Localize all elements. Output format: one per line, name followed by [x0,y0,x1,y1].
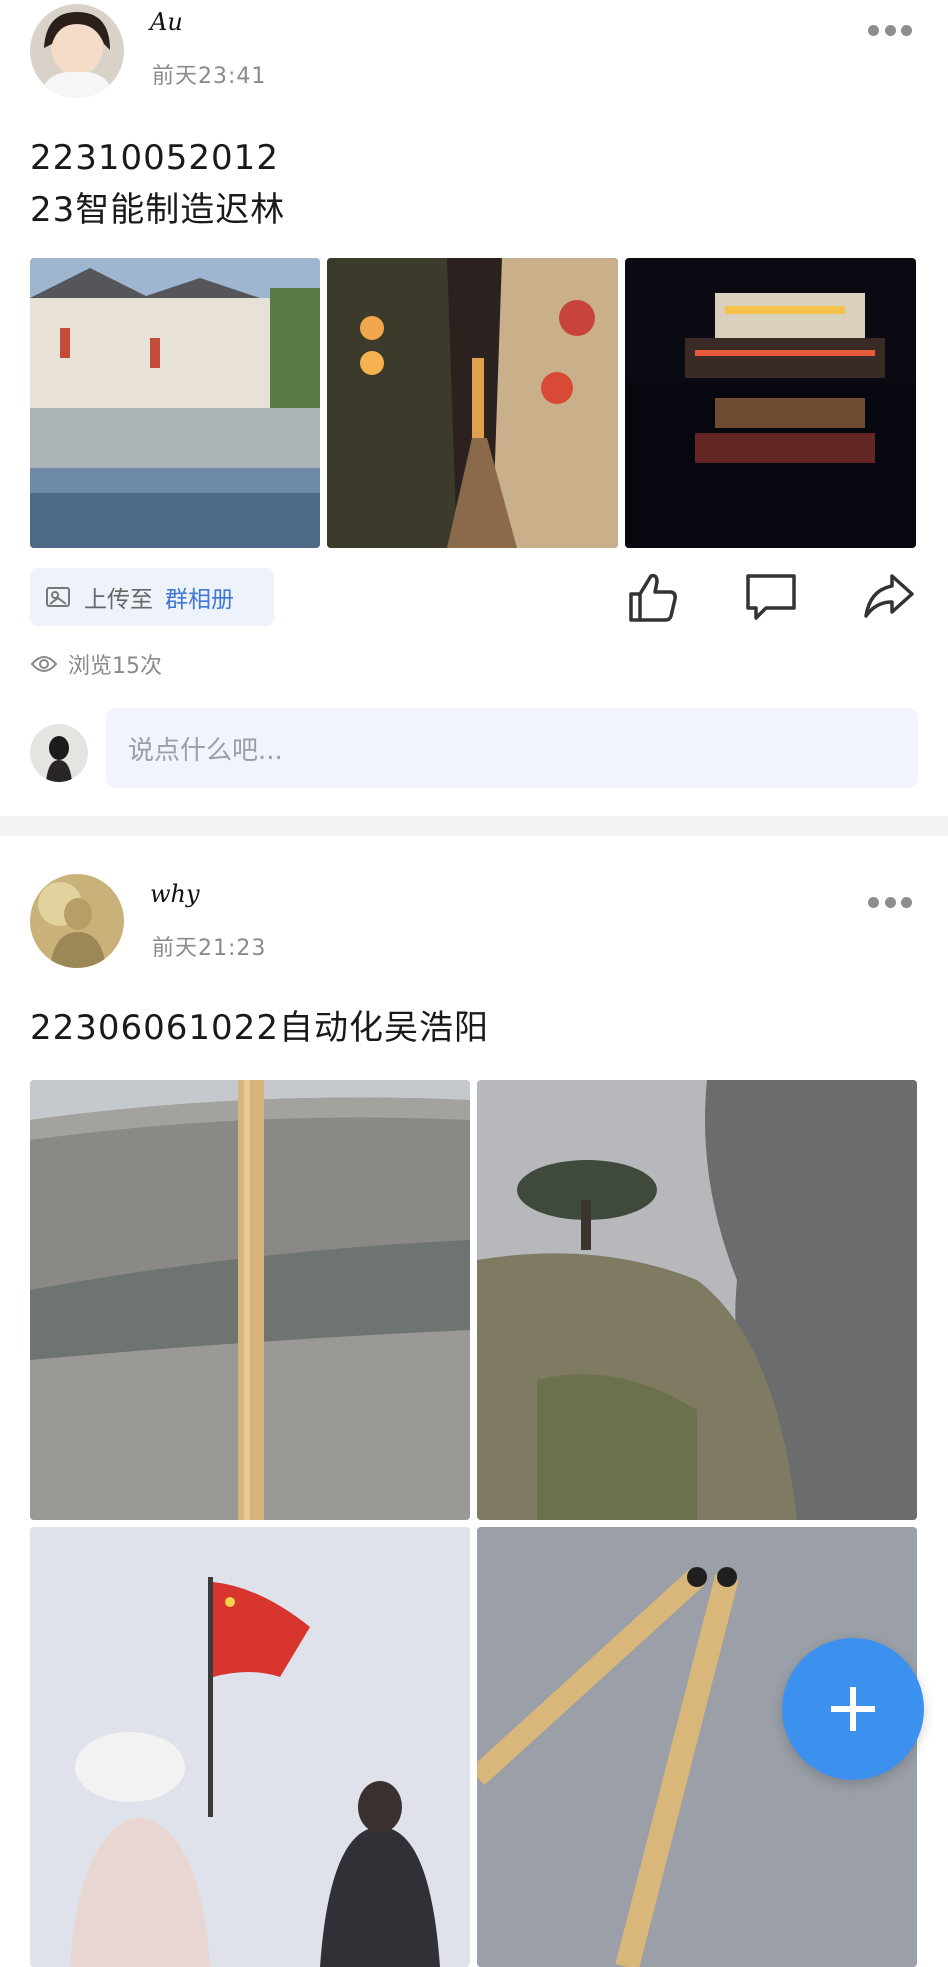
group-album-link[interactable]: 群相册 [165,580,234,614]
upload-to-album-button[interactable]: 上传至 群相册 [30,568,274,626]
avatar[interactable] [30,874,124,968]
add-post-button[interactable] [782,1638,924,1780]
more-icon[interactable] [868,24,912,36]
username[interactable]: Au [150,8,183,36]
post-image[interactable] [625,258,916,548]
comment-input[interactable]: 说点什么吧... [106,708,918,788]
post-image[interactable] [477,1080,917,1520]
post-image[interactable] [327,258,618,548]
post-image[interactable] [30,1527,470,1967]
eye-icon [30,656,58,672]
view-count: 浏览15次 [30,648,162,680]
plus-icon [831,1687,875,1731]
view-count-text: 浏览15次 [68,654,162,679]
avatar[interactable] [30,4,124,98]
more-icon[interactable] [868,896,912,908]
post-image[interactable] [30,258,320,548]
post-image[interactable] [30,1080,470,1520]
post-divider [0,816,948,836]
post-text: 22310052012 23智能制造迟林 [30,138,286,230]
upload-label: 上传至 [84,587,153,613]
username[interactable]: why [150,880,200,908]
post-time: 前天23:41 [152,64,267,89]
post-1: Au 前天23:41 22310052012 23智能制造迟林 上传至 群相册 … [0,0,948,816]
current-user-avatar [30,724,88,782]
album-icon [46,587,70,607]
comment-icon[interactable] [744,570,798,624]
share-icon[interactable] [862,570,916,624]
post-text: 22306061022自动化吴浩阳 [30,1008,489,1048]
post-time: 前天21:23 [152,936,267,961]
like-icon[interactable] [625,570,679,624]
